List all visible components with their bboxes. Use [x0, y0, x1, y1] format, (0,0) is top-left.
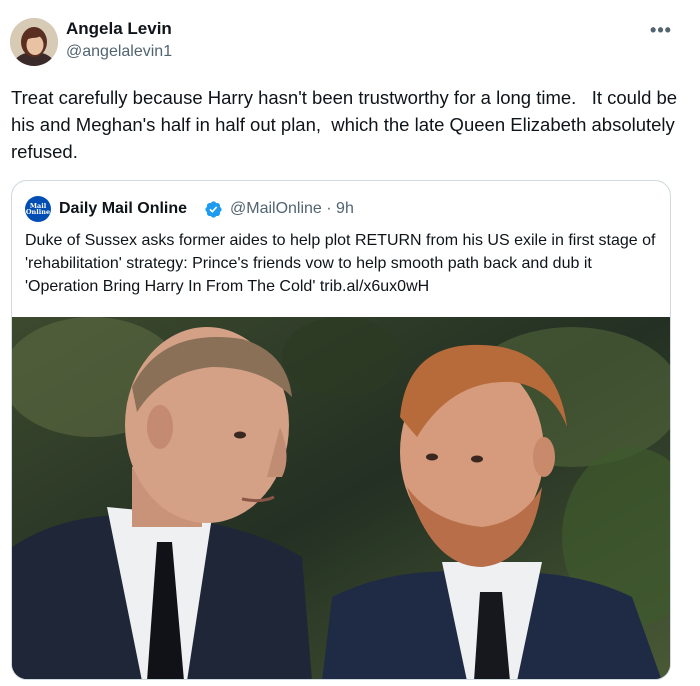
mail-online-logo[interactable]: Mail Online: [25, 196, 51, 222]
more-horizontal-icon: •••: [650, 19, 672, 40]
tweet-text: Treat carefully because Harry hasn't bee…: [11, 87, 683, 162]
tweet-card[interactable]: Angela Levin @angelalevin1 ••• Treat car…: [0, 0, 700, 686]
author-handle[interactable]: @angelalevin1: [66, 43, 172, 61]
quoted-tweet-text: Duke of Sussex asks former aides to help…: [25, 232, 656, 295]
author-avatar[interactable]: [10, 18, 58, 66]
more-options-button[interactable]: •••: [647, 18, 675, 42]
avatar-image: [10, 18, 58, 66]
quoted-author-name[interactable]: Daily Mail Online: [59, 200, 187, 218]
quoted-handle-time[interactable]: @MailOnline · 9h: [230, 200, 354, 218]
logo-line-2: Online: [25, 208, 51, 216]
quoted-tweet-photo[interactable]: [12, 317, 670, 679]
author-name[interactable]: Angela Levin: [66, 19, 172, 39]
quoted-tweet[interactable]: Mail Online Daily Mail Online @MailOnlin…: [11, 180, 671, 680]
photo-image: [12, 317, 670, 679]
verified-badge-icon: [205, 201, 222, 218]
